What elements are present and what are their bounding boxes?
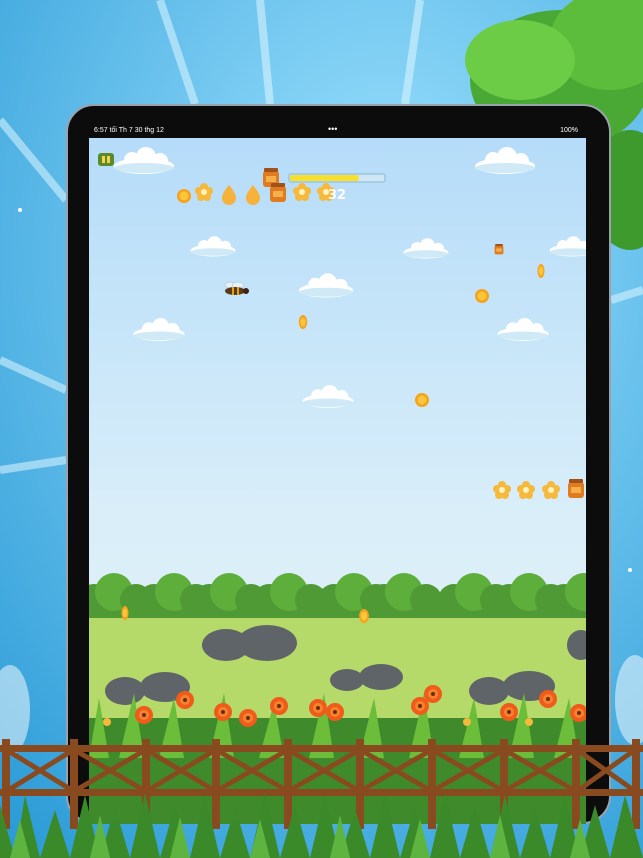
honey-drop-icon — [246, 185, 260, 205]
coin-icon — [177, 189, 191, 203]
cloud — [302, 384, 354, 408]
cloud — [133, 317, 185, 341]
pause-button[interactable] — [98, 153, 114, 166]
status-bar: 6:57 tối Th 7 30 thg 12 ••• 100% — [90, 124, 578, 138]
energy-bar — [288, 173, 386, 183]
status-time: 6:57 tối Th 7 30 thg 12 — [94, 127, 164, 134]
game-scene — [89, 147, 586, 824]
cloud — [299, 273, 353, 298]
cloud — [114, 147, 174, 174]
bee-player — [224, 281, 249, 295]
flower — [493, 481, 511, 499]
honey-jar — [494, 243, 504, 255]
wooden-fence — [0, 739, 643, 858]
honey-drop-icon — [222, 185, 236, 205]
coin — [415, 393, 429, 407]
flower-icon — [195, 183, 213, 201]
multitask-dots: ••• — [328, 124, 338, 134]
cloud — [403, 238, 449, 259]
coin — [121, 606, 129, 620]
cloud — [497, 317, 549, 341]
battery-level: 100% — [560, 127, 578, 134]
coin — [359, 609, 369, 623]
coin — [537, 264, 545, 278]
cloud — [190, 236, 236, 257]
game-screen[interactable]: 32 — [89, 138, 586, 824]
score-counter: 32 — [328, 188, 347, 203]
coin — [475, 289, 489, 303]
flower — [517, 481, 535, 499]
flower — [542, 481, 560, 499]
cloud — [475, 147, 535, 174]
bush-line — [89, 573, 586, 620]
cloud — [549, 236, 586, 257]
flower-icon — [293, 183, 311, 201]
honey-jar-icon — [270, 183, 286, 202]
honey-jar — [568, 479, 584, 498]
coin — [298, 315, 308, 329]
